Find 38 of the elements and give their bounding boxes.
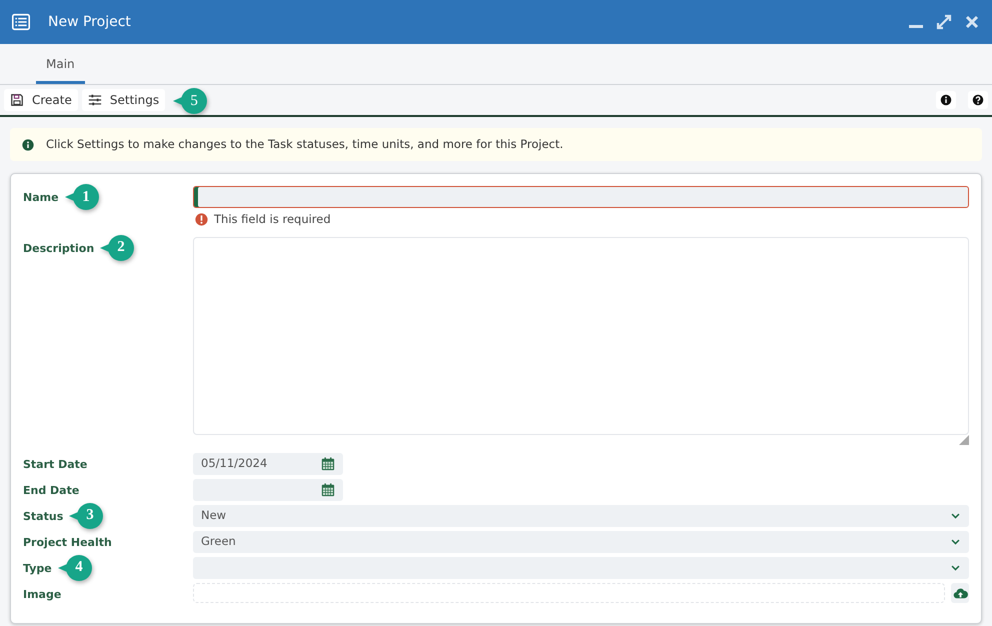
field-label: Project Health xyxy=(23,536,112,548)
cloud-upload-icon xyxy=(952,586,968,600)
dropdown[interactable]: New xyxy=(193,504,969,526)
create-button[interactable]: Create xyxy=(4,89,78,111)
help-button[interactable] xyxy=(968,91,988,109)
info-icon xyxy=(940,94,952,106)
maximize-icon[interactable] xyxy=(936,14,952,30)
field-label: Status xyxy=(23,510,64,522)
close-icon[interactable] xyxy=(964,14,980,30)
info-icon xyxy=(22,138,34,151)
callout-badge: 3 xyxy=(77,502,103,528)
tab[interactable]: Main xyxy=(36,55,85,84)
text-field[interactable] xyxy=(193,186,969,208)
field-label: End Date xyxy=(23,484,80,496)
error-message: This field is required xyxy=(214,211,331,228)
callout-badge: 1 xyxy=(73,184,99,210)
date-field[interactable] xyxy=(193,478,343,500)
window-title: New Project xyxy=(48,14,131,30)
field-label: Name xyxy=(23,191,59,204)
calendar-icon[interactable] xyxy=(321,456,335,470)
dropdown[interactable]: Green xyxy=(193,530,969,552)
field-label: Image xyxy=(23,588,62,600)
info-text: Click Settings to make changes to the Task statuses, time units, and more for this Project. xyxy=(46,136,564,153)
date-field[interactable]: 05/11/2024 xyxy=(193,452,343,474)
callout-badge: 5 xyxy=(181,88,208,114)
callout-badge: 4 xyxy=(66,554,92,580)
field-label: Type xyxy=(23,562,52,574)
callout-badge: 2 xyxy=(108,234,134,260)
field-label: Start Date xyxy=(23,458,88,470)
calendar-icon[interactable] xyxy=(321,482,335,496)
info-button[interactable] xyxy=(936,91,956,109)
sliders-icon xyxy=(88,93,102,107)
error-icon xyxy=(195,213,208,226)
list-icon xyxy=(10,13,32,31)
help-icon xyxy=(972,94,984,106)
save-icon xyxy=(10,93,24,107)
upload-button[interactable] xyxy=(951,582,969,602)
field-label: Description xyxy=(23,242,94,254)
